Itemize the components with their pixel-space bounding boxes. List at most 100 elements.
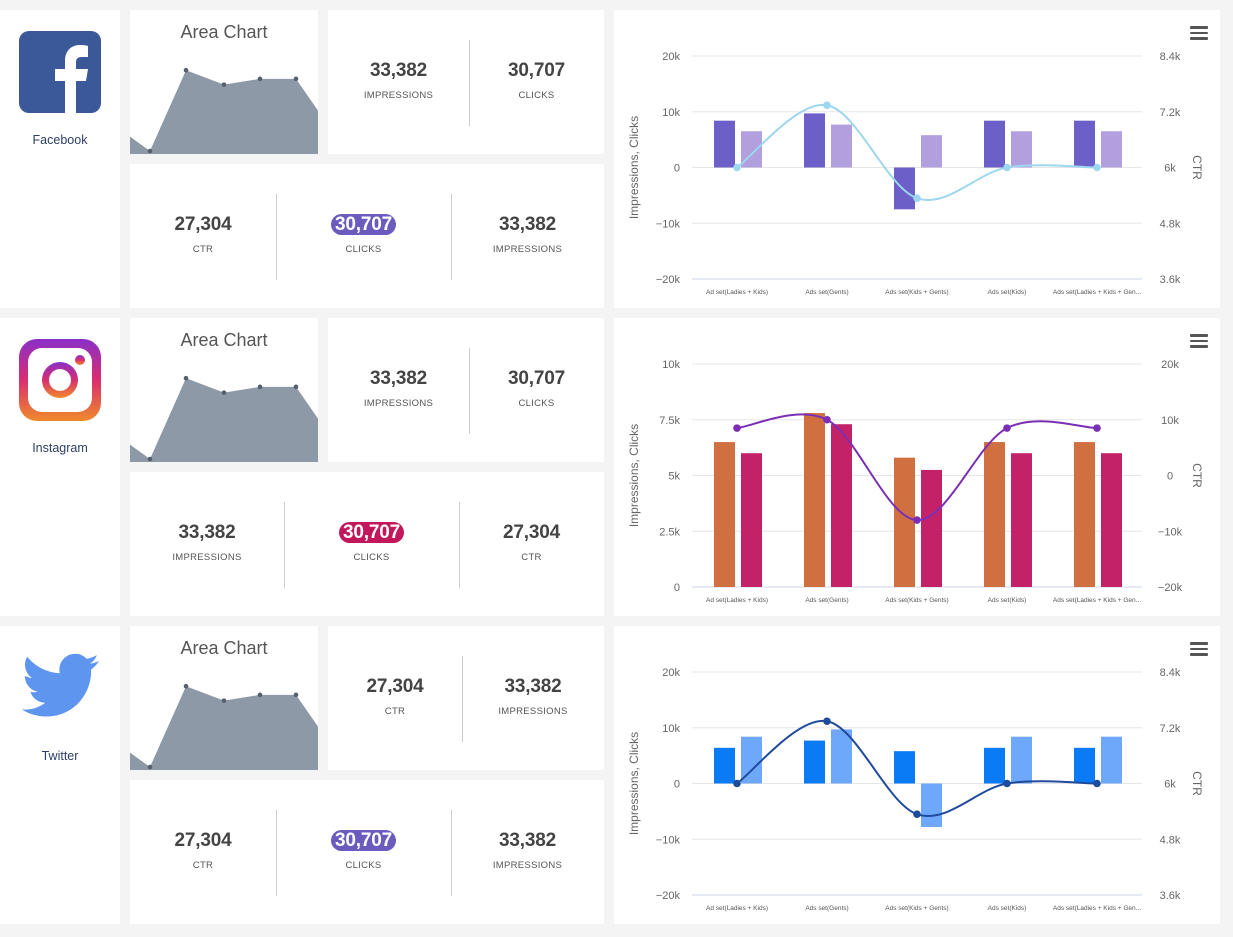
line-point[interactable] — [913, 810, 921, 818]
bar-series-2[interactable] — [1101, 453, 1122, 587]
stat-label: CLICKS — [518, 90, 555, 101]
bar-series-2[interactable] — [831, 424, 852, 587]
x-tick-label: Ads set(Kids) — [988, 597, 1027, 604]
bar-series-2[interactable] — [1011, 453, 1032, 587]
line-point[interactable] — [823, 415, 831, 424]
bar-series-1[interactable] — [894, 167, 915, 210]
y2-axis-title: CTR — [1190, 463, 1204, 488]
stat-label: IMPRESSIONS — [363, 90, 434, 101]
y-axis-title: Impressions, Clicks — [627, 732, 641, 835]
bar-series-2[interactable] — [1011, 736, 1032, 784]
line-point[interactable] — [823, 101, 831, 110]
line-point[interactable] — [733, 163, 741, 172]
line-point[interactable] — [733, 779, 741, 788]
line-series[interactable] — [736, 720, 1098, 817]
combo-chart-card: 10k 20k 7.5k 10k 5k 0 2.5k −10k 0 −20k Impressions… — [614, 318, 1220, 616]
area-point[interactable] — [257, 384, 263, 390]
y2-axis-title: CTR — [1190, 155, 1204, 180]
platform-card[interactable]: Facebook — [0, 10, 120, 308]
bar-series-2[interactable] — [741, 453, 762, 587]
area-point[interactable] — [183, 375, 189, 381]
bar-series-2[interactable] — [1101, 131, 1122, 168]
x-tick-label: Ad set(Ladies + Kids) — [706, 597, 768, 604]
stat-label: IMPRESSIONS — [363, 398, 434, 409]
area-point[interactable] — [293, 384, 299, 390]
summary-stats-card: 27,304 CTR 33,382 IMPRESSIONS — [328, 626, 604, 770]
area-point[interactable] — [147, 148, 153, 154]
area-point[interactable] — [183, 683, 189, 689]
bar-series-1[interactable] — [894, 457, 915, 587]
stat-value-badge: 30,707 — [331, 830, 396, 851]
area-point[interactable] — [183, 67, 189, 73]
bar-series-1[interactable] — [804, 113, 825, 168]
line-point[interactable] — [1003, 779, 1011, 788]
bar-series-1[interactable] — [1074, 442, 1095, 587]
stat-value: 33,382 — [504, 676, 562, 697]
bar-series-1[interactable] — [894, 751, 915, 784]
area-chart-title: Area Chart — [180, 638, 268, 658]
bar-series-1[interactable] — [804, 740, 825, 784]
summary-stats-card: 33,382 IMPRESSIONS 30,707 CLICKS — [328, 318, 604, 462]
y2-tick-label: 8.4k — [1160, 667, 1181, 679]
facebook-icon — [19, 31, 101, 113]
divider — [451, 810, 452, 896]
bar-series-2[interactable] — [831, 729, 852, 784]
area-point[interactable] — [221, 82, 227, 87]
area-point[interactable] — [293, 76, 299, 82]
chart-menu-icon[interactable] — [1190, 642, 1208, 656]
line-point[interactable] — [1003, 163, 1011, 172]
bar-series-1[interactable] — [1074, 120, 1095, 168]
area-point[interactable] — [257, 76, 263, 82]
line-point[interactable] — [1003, 424, 1011, 432]
bar-series-2[interactable] — [921, 783, 942, 827]
chart-menu-icon[interactable] — [1190, 334, 1208, 348]
line-point[interactable] — [913, 516, 921, 524]
area-point[interactable] — [221, 390, 227, 395]
line-series[interactable] — [736, 104, 1098, 201]
x-tick-label: Ads set(Ladies + Kids + Gen... — [1053, 289, 1141, 296]
bar-series-1[interactable] — [984, 747, 1005, 784]
area-point[interactable] — [221, 698, 227, 703]
bar-series-2[interactable] — [921, 469, 942, 587]
bar-series-1[interactable] — [984, 120, 1005, 168]
platform-card[interactable]: Twitter — [0, 626, 120, 924]
stat-value: 33,382 — [370, 60, 427, 81]
area-point[interactable] — [147, 764, 153, 770]
bar-series-2[interactable] — [831, 124, 852, 168]
bar-series-1[interactable] — [714, 747, 735, 784]
line-point[interactable] — [1093, 163, 1101, 172]
bar-series-2[interactable] — [921, 135, 942, 168]
y-tick-label: −20k — [656, 890, 681, 902]
divider — [469, 40, 470, 126]
bar-series-1[interactable] — [714, 120, 735, 168]
y2-tick-label: 3.6k — [1160, 274, 1181, 286]
bar-series-1[interactable] — [1074, 747, 1095, 784]
line-point[interactable] — [1093, 424, 1101, 432]
y2-axis-title: CTR — [1190, 771, 1204, 796]
bar-series-2[interactable] — [1101, 736, 1122, 784]
stat-ctr: 27,304 CTR — [459, 472, 604, 616]
bar-series-1[interactable] — [984, 442, 1005, 587]
area-point[interactable] — [257, 692, 263, 698]
y2-tick-label: −20k — [1158, 582, 1183, 594]
y-tick-label: 20k — [662, 51, 680, 63]
x-tick-label: Ads set(Kids) — [988, 905, 1027, 912]
line-point[interactable] — [913, 194, 921, 202]
line-series[interactable] — [736, 413, 1098, 522]
chart-menu-icon[interactable] — [1190, 26, 1208, 40]
area-point[interactable] — [147, 456, 153, 462]
bar-series-2[interactable] — [1011, 131, 1032, 168]
line-point[interactable] — [823, 717, 831, 726]
area-point[interactable] — [293, 692, 299, 698]
combo-chart: 10k 20k 7.5k 10k 5k 0 2.5k −10k 0 −20k Impressions… — [627, 359, 1204, 604]
platform-card[interactable]: Instagram — [0, 318, 120, 616]
stat-label: IMPRESSIONS — [498, 706, 568, 717]
bar-series-1[interactable] — [804, 413, 825, 587]
y2-tick-label: 10k — [1161, 415, 1179, 427]
line-point[interactable] — [733, 424, 741, 432]
combo-chart: 20k 8.4k 10k 7.2k 0 6k −10k 4.8k −20k 3.6k Impress… — [627, 51, 1204, 296]
bar-series-1[interactable] — [714, 442, 735, 587]
combo-chart-card: 20k 8.4k 10k 7.2k 0 6k −10k 4.8k −20k 3.6k Impress… — [614, 10, 1220, 308]
stat-value-badge: 30,707 — [339, 522, 404, 543]
line-point[interactable] — [1093, 779, 1101, 788]
